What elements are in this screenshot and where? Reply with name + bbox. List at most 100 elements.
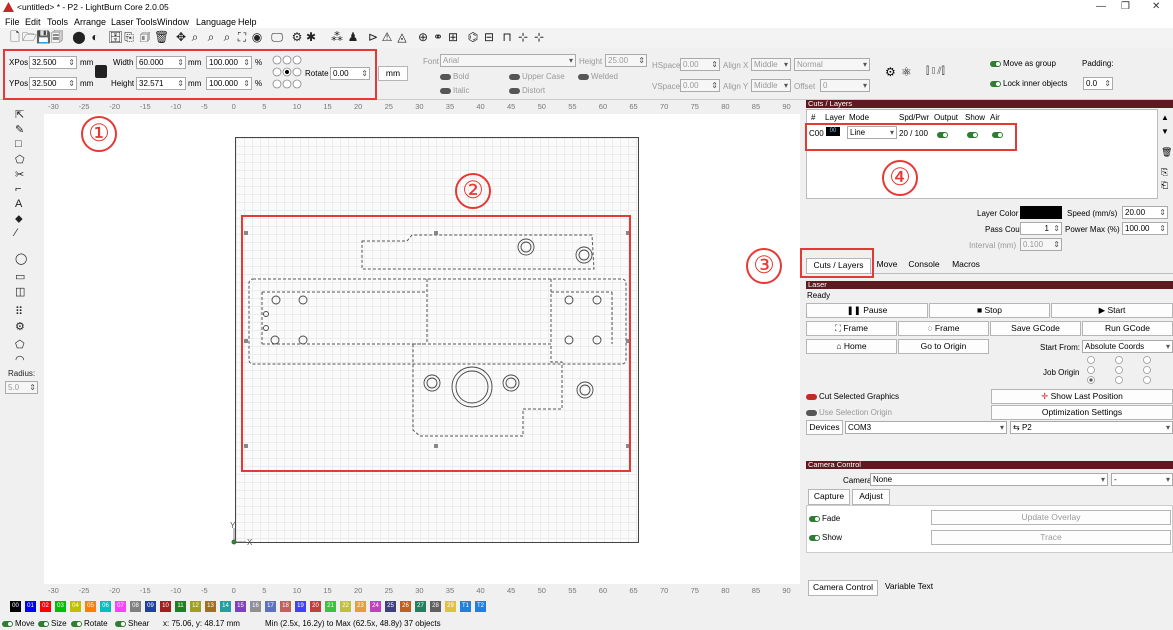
palette-swatch[interactable]: T2 — [475, 601, 486, 612]
rotate-toggle[interactable]: Rotate — [71, 618, 108, 630]
corner-icon[interactable]: ⬠ — [15, 338, 25, 351]
tools-icon[interactable]: ✱ — [304, 30, 318, 44]
palette-swatch[interactable]: 10 — [160, 601, 171, 612]
zoom-out-icon[interactable]: ⌕ — [204, 30, 218, 44]
save-icon[interactable]: 💾 — [36, 30, 51, 44]
stop-button[interactable]: ■ Stop — [929, 303, 1050, 318]
tab-move[interactable]: Move — [872, 258, 902, 274]
frame-circle-button[interactable]: ◌ Frame — [898, 321, 989, 336]
move-toggle[interactable]: Move — [2, 618, 35, 630]
menu-tools[interactable]: Tools — [47, 17, 68, 27]
pause-button[interactable]: ❚❚ Pause — [806, 303, 928, 318]
home-button[interactable]: ⌂ Home — [806, 339, 897, 354]
menu-language[interactable]: Language — [196, 17, 236, 27]
offset-icon[interactable]: ▭ — [15, 270, 25, 283]
welded-toggle[interactable]: Welded — [578, 72, 618, 81]
gear-icon[interactable]: ⚙ — [15, 320, 25, 333]
pan-icon[interactable]: ✥ — [174, 30, 188, 44]
run-gcode-button[interactable]: Run GCode — [1082, 321, 1173, 336]
vspace-input[interactable]: 0.00 — [680, 79, 720, 92]
italic-toggle[interactable]: Italic — [440, 86, 469, 95]
font-height-input[interactable]: 25.00 — [605, 54, 647, 67]
tab-capture[interactable]: Capture — [808, 489, 850, 505]
snap-icon[interactable]: ⊹ — [532, 30, 546, 44]
camera-select[interactable]: None — [870, 473, 1108, 486]
paste-layer-icon[interactable]: ⎗ — [1161, 180, 1168, 191]
palette-swatch[interactable]: 04 — [70, 601, 81, 612]
palette-swatch[interactable]: 23 — [355, 601, 366, 612]
palette-swatch[interactable]: 22 — [340, 601, 351, 612]
scissors-icon[interactable]: ✂ — [15, 168, 24, 181]
menu-help[interactable]: Help — [238, 17, 257, 27]
size-toggle[interactable]: Size — [38, 618, 67, 630]
palette-swatch[interactable]: 17 — [265, 601, 276, 612]
mirror-icon[interactable]: ◬ — [395, 30, 409, 44]
palette-swatch[interactable]: 28 — [430, 601, 441, 612]
device-select[interactable]: ⇆ P2 — [1010, 421, 1173, 434]
use-selection-origin-toggle[interactable]: Use Selection Origin — [806, 408, 892, 417]
delete-icon[interactable]: 🗑 — [154, 30, 169, 44]
text-mode-select[interactable]: Normal — [794, 58, 870, 71]
trace-button[interactable]: Trace — [931, 530, 1171, 545]
palette-swatch[interactable]: 14 — [220, 601, 231, 612]
flip-icon[interactable]: ⊳ — [366, 30, 380, 44]
palette-swatch[interactable]: 26 — [400, 601, 411, 612]
tab-variable-text[interactable]: Variable Text — [879, 580, 939, 596]
menu-arrange[interactable]: Arrange — [74, 17, 106, 27]
aligny-select[interactable]: Middle — [751, 79, 791, 92]
zoom-in-icon[interactable]: ⌕ — [188, 30, 202, 44]
optimization-settings-button[interactable]: Optimization Settings — [991, 405, 1173, 420]
bold-toggle[interactable]: Bold — [440, 72, 469, 81]
move-up-icon[interactable]: ▲ — [1161, 113, 1169, 122]
measure-icon[interactable]: ⁄ — [15, 227, 17, 239]
show-last-position-button[interactable]: ✛ Show Last Position — [991, 389, 1173, 404]
menu-edit[interactable]: Edit — [25, 17, 41, 27]
target-icon[interactable]: ⊕ — [416, 30, 430, 44]
offset-select[interactable]: 0 — [820, 79, 870, 92]
power-max-input[interactable]: 100.00 — [1122, 222, 1168, 235]
center-icon[interactable]: ⊹ — [516, 30, 530, 44]
palette-swatch[interactable]: 21 — [325, 601, 336, 612]
menu-window[interactable]: Window — [157, 17, 189, 27]
palette-swatch[interactable]: 08 — [130, 601, 141, 612]
cut-selected-toggle[interactable]: Cut Selected Graphics — [806, 392, 899, 401]
palette-swatch[interactable]: 12 — [190, 601, 201, 612]
close-button[interactable]: ✕ — [1152, 1, 1160, 12]
align-icon[interactable]: ⊟ — [482, 30, 496, 44]
palette-swatch[interactable]: 03 — [55, 601, 66, 612]
polygon-icon[interactable]: ⬠ — [15, 153, 25, 166]
go-to-origin-button[interactable]: Go to Origin — [898, 339, 989, 354]
palette-swatch[interactable]: 16 — [250, 601, 261, 612]
export-icon[interactable]: ◐ — [88, 30, 102, 44]
group-icon[interactable]: ⁂ — [330, 30, 344, 44]
fillet-icon[interactable]: ◠ — [15, 353, 25, 366]
palette-swatch[interactable]: 01 — [25, 601, 36, 612]
palette-swatch[interactable]: 25 — [385, 601, 396, 612]
position-icon[interactable]: ⬥ — [15, 213, 23, 226]
grid-icon[interactable]: ⊞ — [446, 30, 460, 44]
palette-swatch[interactable]: 15 — [235, 601, 246, 612]
speed-input[interactable]: 20.00 — [1122, 206, 1168, 219]
unit-toggle-button[interactable]: mm — [378, 66, 408, 81]
text-icon[interactable]: A — [15, 198, 22, 210]
menu-file[interactable]: File — [5, 17, 20, 27]
palette-swatch[interactable]: 05 — [85, 601, 96, 612]
layer-color-box[interactable] — [1020, 206, 1062, 219]
show-toggle-camera[interactable]: Show — [809, 533, 842, 542]
move-down-icon[interactable]: ▼ — [1161, 127, 1169, 136]
palette-swatch[interactable]: T1 — [460, 601, 471, 612]
palette-swatch[interactable]: 11 — [175, 601, 186, 612]
paste-icon[interactable]: 🗊 — [138, 30, 152, 44]
import-icon[interactable]: ⬤ — [72, 30, 86, 44]
settings-icon[interactable]: ⚙ — [290, 30, 304, 44]
hspace-input[interactable]: 0.00 — [680, 58, 720, 71]
rectangle-icon[interactable]: □ — [15, 138, 22, 150]
camera-resolution-select[interactable]: - — [1111, 473, 1173, 486]
boolean-tool-icon[interactable]: ◫ — [15, 285, 25, 298]
palette-swatch[interactable]: 29 — [445, 601, 456, 612]
camera-icon[interactable]: ◉ — [250, 30, 264, 44]
copy-layer-icon[interactable]: ⎘ — [1161, 167, 1168, 178]
tab-console[interactable]: Console — [904, 258, 944, 274]
font-select[interactable]: Arial — [440, 54, 576, 67]
maximize-button[interactable]: ❐ — [1121, 1, 1130, 12]
